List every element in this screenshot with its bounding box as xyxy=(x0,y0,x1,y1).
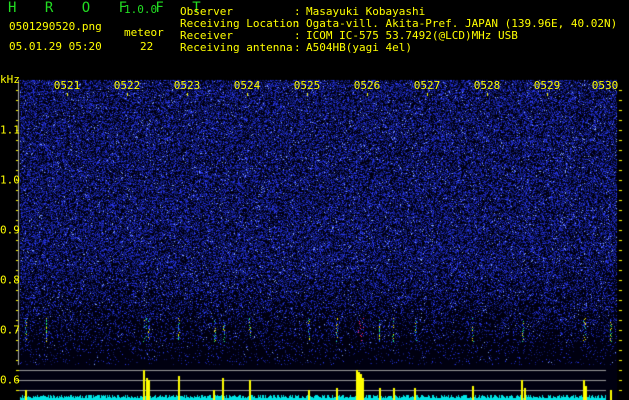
y-tick-label: 0.6 xyxy=(0,373,20,387)
meteor-label: meteor xyxy=(124,26,164,39)
time-tick-label: 0523 xyxy=(173,79,201,92)
filename: 0501290520.png xyxy=(9,20,102,33)
time-tick-label: 0526 xyxy=(353,79,381,92)
y-tick-label: 0.7 xyxy=(0,323,20,337)
y-tick-label: 1.1 xyxy=(0,123,20,137)
time-tick-label: 0524 xyxy=(233,79,261,92)
meteor-count: 22 xyxy=(140,40,154,53)
app-version: 1.0.0 xyxy=(124,3,158,16)
time-tick-label: 0521 xyxy=(53,79,81,92)
y-tick-label: 1.0 xyxy=(0,173,20,187)
time-tick-label: 0530 xyxy=(591,79,619,92)
y-unit-label: kHz xyxy=(0,73,20,86)
antenna-label: Receiving antenna xyxy=(180,41,293,54)
time-tick-label: 0528 xyxy=(473,79,501,92)
spectrogram-canvas xyxy=(0,0,629,400)
time-tick-label: 0527 xyxy=(413,79,441,92)
y-tick-label: 0.9 xyxy=(0,223,20,237)
time-tick-label: 0529 xyxy=(533,79,561,92)
y-tick-label: 0.8 xyxy=(0,273,20,287)
time-tick-label: 0522 xyxy=(113,79,141,92)
datetime: 05.01.29 05:20 xyxy=(9,40,102,53)
antenna-value: A504HB(yagi 4el) xyxy=(306,41,412,54)
colon: : xyxy=(294,41,301,54)
time-tick-label: 0525 xyxy=(293,79,321,92)
